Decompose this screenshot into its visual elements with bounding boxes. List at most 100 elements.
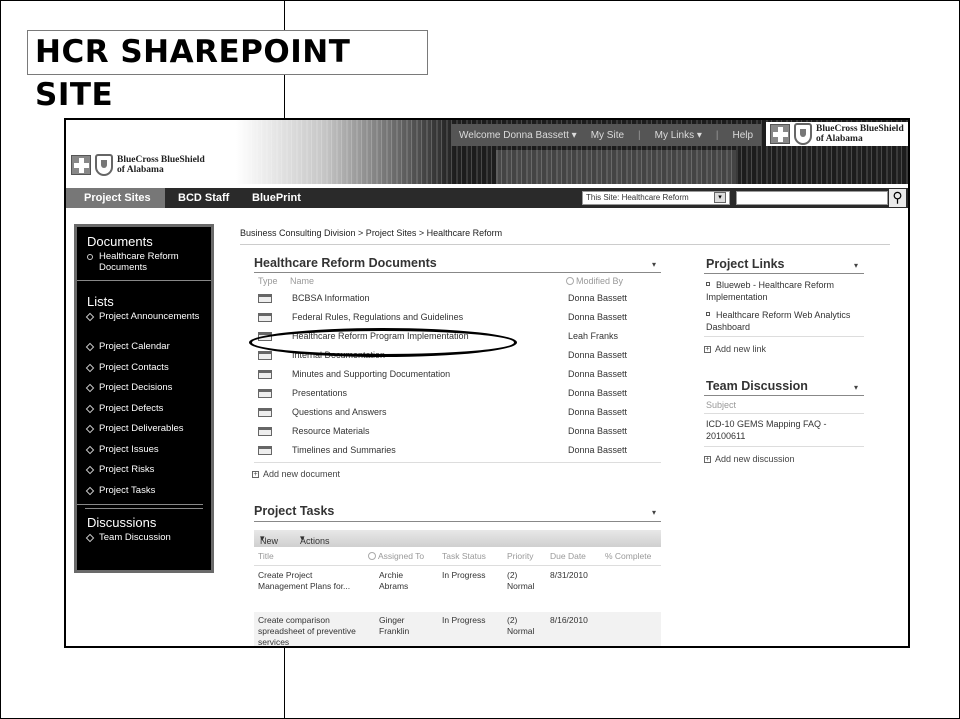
table-row[interactable]: BCBSA Information Donna Bassett: [258, 290, 658, 309]
task-title-link[interactable]: Create comparison spreadsheet of prevent…: [258, 615, 358, 646]
actions-menu-button[interactable]: Actions ▾: [300, 533, 330, 546]
table-row[interactable]: Presentations Donna Bassett: [258, 385, 658, 404]
top-nav-bar: Project Sites BCD Staff BluePrint This S…: [66, 188, 908, 208]
ql-item-project-risks[interactable]: Project Risks: [77, 464, 211, 485]
add-icon: +: [252, 471, 259, 479]
project-links-title[interactable]: Project Links: [706, 257, 785, 271]
table-row[interactable]: Questions and Answers Donna Bassett: [258, 404, 658, 423]
ql-item-project-defects[interactable]: Project Defects: [77, 403, 211, 424]
presence-icon: [368, 552, 376, 560]
quick-launch: Documents Healthcare Reform Documents Li…: [74, 224, 214, 573]
task-title-link[interactable]: Create Project Management Plans for...: [258, 570, 358, 592]
table-row[interactable]: Minutes and Supporting Documentation Don…: [258, 366, 658, 385]
ql-item-project-announcements[interactable]: Project Announcements: [77, 311, 211, 341]
my-links-menu[interactable]: My Links ▾: [655, 130, 702, 141]
table-row[interactable]: Federal Rules, Regulations and Guideline…: [258, 309, 658, 328]
column-header-subject[interactable]: Subject: [706, 399, 736, 411]
discussion-item[interactable]: ICD-10 GEMS Mapping FAQ - 20100611: [706, 418, 856, 442]
task-assigned-to[interactable]: Ginger Franklin: [379, 615, 434, 637]
page-body: Documents Healthcare Reform Documents Li…: [66, 208, 908, 646]
folder-icon: [258, 370, 272, 379]
diamond-icon: [85, 404, 95, 413]
column-header-modified-by[interactable]: Modified By: [566, 276, 623, 286]
dropdown-arrow-icon[interactable]: ▾: [714, 192, 726, 203]
ql-item-project-calendar[interactable]: Project Calendar: [77, 341, 211, 362]
new-menu-button[interactable]: New ▾: [260, 533, 278, 546]
folder-icon: [258, 446, 272, 455]
ql-item-project-decisions[interactable]: Project Decisions: [77, 382, 211, 403]
diamond-icon: [85, 486, 95, 495]
breadcrumb[interactable]: Business Consulting Division > Project S…: [240, 228, 502, 238]
webpart-menu-icon[interactable]: ▾: [652, 508, 656, 517]
separator: |: [638, 129, 641, 141]
divider: [254, 462, 661, 463]
ql-heading-discussions[interactable]: Discussions: [85, 508, 203, 532]
corner-logo: BlueCross BlueShield of Alabama: [766, 122, 908, 146]
tab-blueprint[interactable]: BluePrint: [252, 188, 301, 208]
tasks-webpart-title[interactable]: Project Tasks: [254, 504, 334, 518]
column-header-type[interactable]: Type: [258, 276, 278, 286]
task-assigned-to[interactable]: Archie Abrams: [379, 570, 434, 592]
column-header-task-status[interactable]: Task Status: [442, 551, 486, 561]
search-input[interactable]: [736, 191, 888, 205]
divider: [704, 336, 864, 337]
diamond-icon: [85, 363, 95, 372]
ql-item-project-contacts[interactable]: Project Contacts: [77, 362, 211, 383]
tab-project-sites[interactable]: Project Sites: [66, 188, 165, 208]
ql-item-project-deliverables[interactable]: Project Deliverables: [77, 423, 211, 444]
blue-shield-icon: [794, 123, 812, 145]
folder-icon: [258, 389, 272, 398]
header-banner-highlight: [496, 150, 736, 184]
site-logo[interactable]: BlueCross BlueShield of Alabama: [71, 154, 205, 176]
ql-heading-documents[interactable]: Documents: [77, 227, 211, 251]
bullet-icon: [87, 254, 93, 260]
logo-text-line1: BlueCross BlueShield: [117, 155, 205, 165]
ql-heading-lists[interactable]: Lists: [77, 287, 211, 311]
column-header-title[interactable]: Title: [258, 551, 274, 561]
webpart-menu-icon[interactable]: ▾: [854, 383, 858, 392]
task-status: In Progress: [442, 570, 486, 580]
task-due-date: 8/16/2010: [550, 615, 588, 625]
slide-title: HCR SHAREPOINT SITE: [27, 30, 428, 113]
column-header-name[interactable]: Name: [290, 276, 314, 286]
add-new-document-link[interactable]: + Add new document: [252, 469, 340, 479]
bullet-icon: [706, 282, 710, 286]
ql-item-project-issues[interactable]: Project Issues: [77, 444, 211, 465]
project-link-item[interactable]: Blueweb - Healthcare Reform Implementati…: [706, 279, 871, 303]
diamond-icon: [85, 383, 95, 393]
header-banner-fade: [236, 120, 456, 184]
diamond-icon: [85, 312, 95, 322]
webpart-menu-icon[interactable]: ▾: [652, 260, 656, 269]
tab-bcd-staff[interactable]: BCD Staff: [178, 188, 229, 208]
folder-icon: [258, 313, 272, 322]
welcome-menu[interactable]: Welcome Donna Bassett ▾: [459, 130, 577, 141]
documents-webpart-title[interactable]: Healthcare Reform Documents: [254, 256, 437, 270]
project-link-item[interactable]: Healthcare Reform Web Analytics Dashboar…: [706, 309, 871, 333]
column-header-priority[interactable]: Priority: [507, 551, 533, 561]
team-discussion-title[interactable]: Team Discussion: [706, 379, 808, 393]
ql-item-healthcare-reform-documents[interactable]: Healthcare Reform Documents: [77, 251, 211, 281]
divider: [254, 521, 661, 522]
search-scope-select[interactable]: This Site: Healthcare Reform: [582, 191, 730, 205]
column-header-due-date[interactable]: Due Date: [550, 551, 586, 561]
blue-cross-icon: [71, 155, 91, 175]
add-new-link[interactable]: + Add new link: [704, 344, 766, 354]
table-row[interactable]: Timelines and Summaries Donna Bassett: [258, 442, 658, 461]
help-link[interactable]: Help: [733, 130, 754, 141]
table-row[interactable]: Resource Materials Donna Bassett: [258, 423, 658, 442]
divider: [704, 446, 864, 447]
webpart-menu-icon[interactable]: ▾: [854, 261, 858, 270]
column-header-assigned-to[interactable]: Assigned To: [368, 551, 424, 561]
top-links-bar: Welcome Donna Bassett ▾ My Site | My Lin…: [451, 124, 762, 146]
add-new-discussion-link[interactable]: + Add new discussion: [704, 454, 795, 464]
divider: [704, 413, 864, 414]
logo-text-line2: of Alabama: [117, 165, 164, 175]
my-site-link[interactable]: My Site: [591, 130, 624, 141]
ql-item-team-discussion[interactable]: Team Discussion: [77, 532, 211, 553]
column-header-percent-complete[interactable]: % Complete: [605, 551, 651, 561]
diamond-icon: [85, 465, 95, 475]
search-icon[interactable]: ⚲: [889, 189, 906, 207]
task-priority: (2) Normal: [507, 615, 535, 636]
ql-item-project-tasks[interactable]: Project Tasks: [77, 485, 203, 505]
highlight-ellipse: [249, 328, 517, 357]
